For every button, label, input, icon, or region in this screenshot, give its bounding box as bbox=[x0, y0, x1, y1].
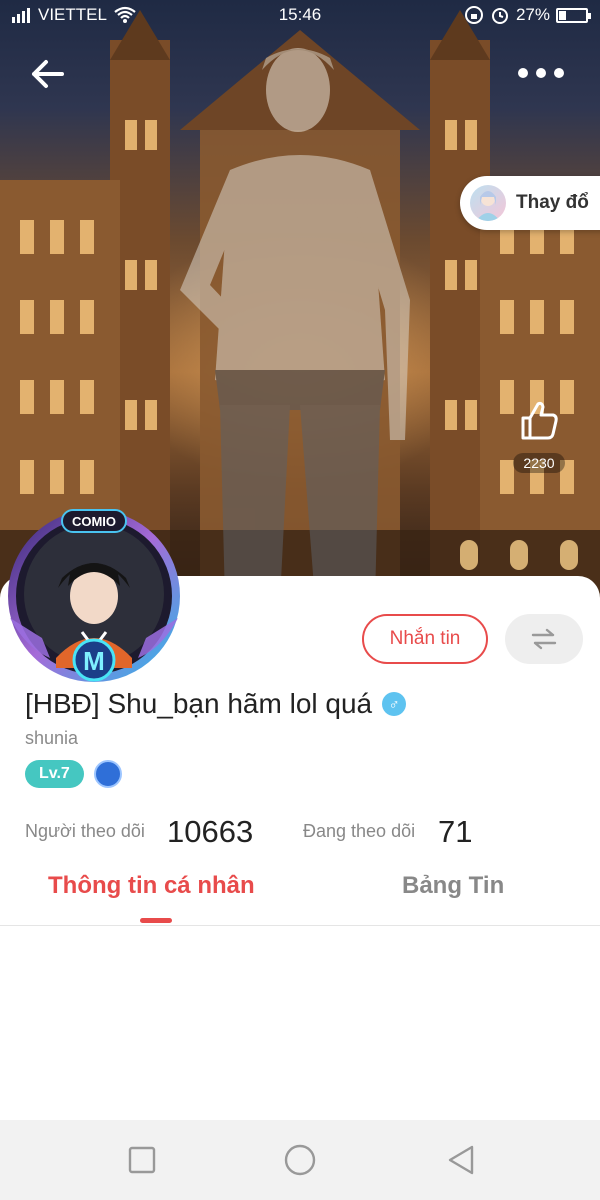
recent-apps-icon[interactable] bbox=[124, 1142, 160, 1178]
badges-row: Lv.7 bbox=[25, 760, 122, 788]
avatar[interactable]: COMIO M bbox=[6, 508, 182, 684]
followers-count[interactable]: 10663 bbox=[167, 814, 253, 850]
change-outfit-label: Thay đổ bbox=[516, 192, 589, 213]
more-dot bbox=[518, 68, 528, 78]
more-options-button[interactable] bbox=[518, 60, 572, 86]
swap-button[interactable] bbox=[505, 614, 583, 664]
status-bar: VIETTEL 15:46 27% bbox=[0, 0, 600, 30]
display-name: [HBĐ] Shu_bạn hãm lol quá bbox=[25, 688, 373, 719]
avatar-frame-title: COMIO bbox=[72, 514, 116, 529]
following-label[interactable]: Đang theo dõi bbox=[303, 821, 415, 842]
thumbs-up-icon bbox=[521, 401, 558, 440]
home-icon[interactable] bbox=[282, 1142, 318, 1178]
more-dot bbox=[554, 68, 564, 78]
more-dot bbox=[536, 68, 546, 78]
avatar-frame-letter: M bbox=[83, 646, 105, 676]
outfit-thumbnail-icon bbox=[470, 185, 506, 221]
following-count[interactable]: 71 bbox=[438, 814, 472, 850]
arrow-left-icon bbox=[32, 60, 64, 88]
profile-tabs: Thông tin cá nhân Bảng Tin bbox=[0, 860, 600, 926]
system-navigation-bar bbox=[0, 1120, 600, 1200]
battery-fill bbox=[559, 10, 567, 20]
male-icon: ♂ bbox=[382, 692, 407, 716]
message-button-label: Nhắn tin bbox=[389, 628, 461, 649]
swap-arrows-icon bbox=[531, 628, 557, 650]
display-name-row: [HBĐ] Shu_bạn hãm lol quá ♂ bbox=[25, 688, 407, 720]
tab-personal-info[interactable]: Thông tin cá nhân bbox=[48, 872, 255, 900]
like-count: 2230 bbox=[513, 453, 565, 473]
back-nav-icon[interactable] bbox=[444, 1142, 480, 1178]
status-time: 15:46 bbox=[278, 5, 322, 24]
change-outfit-button[interactable]: Thay đổ bbox=[460, 176, 600, 230]
followers-label[interactable]: Người theo dõi bbox=[25, 821, 145, 842]
battery-icon bbox=[556, 7, 591, 23]
back-button[interactable] bbox=[26, 52, 70, 96]
message-button[interactable]: Nhắn tin bbox=[362, 614, 488, 664]
active-tab-indicator bbox=[140, 918, 172, 923]
tab-news-feed[interactable]: Bảng Tin bbox=[402, 872, 504, 900]
like-button[interactable]: 2230 bbox=[506, 398, 572, 473]
username: shunia bbox=[25, 728, 79, 748]
follow-stats: Người theo dõi 10663 Đang theo dõi 71 bbox=[25, 812, 585, 852]
level-badge[interactable]: Lv.7 bbox=[25, 760, 84, 788]
vip-badge-icon[interactable] bbox=[93, 760, 122, 788]
